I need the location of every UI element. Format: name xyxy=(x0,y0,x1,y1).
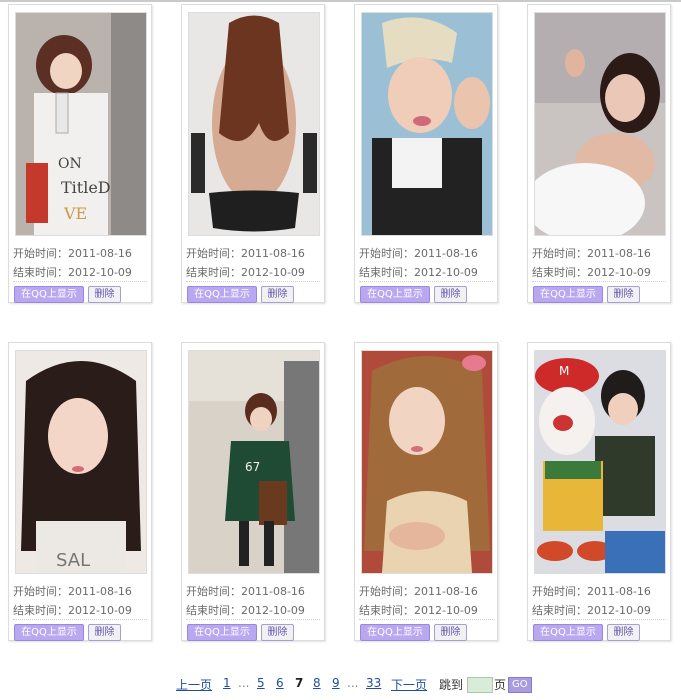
start-time: 开始时间：2011-08-16 xyxy=(13,247,132,260)
photo-card: 开始时间：2011-08-16 结束时间：2012-10-09 在QQ上显示 删… xyxy=(354,4,498,303)
show-on-qq-button[interactable]: 在QQ上显示 xyxy=(14,286,84,303)
end-time: 结束时间：2012-10-09 xyxy=(186,604,305,617)
show-on-qq-button[interactable]: 在QQ上显示 xyxy=(533,286,603,303)
photo-card: 开始时间：2011-08-16 结束时间：2012-10-09 在QQ上显示 删… xyxy=(354,342,498,641)
photo-thumbnail[interactable]: ON TitleD VE xyxy=(15,12,147,236)
page-unit-label: 页 xyxy=(494,678,507,692)
delete-button[interactable]: 删除 xyxy=(607,286,640,303)
divider xyxy=(359,619,493,620)
photo-thumbnail[interactable] xyxy=(188,12,320,236)
page-link-9[interactable]: 9 xyxy=(332,676,340,690)
page-link-1[interactable]: 1 xyxy=(223,676,231,690)
delete-button[interactable]: 删除 xyxy=(434,624,467,641)
svg-text:VE: VE xyxy=(63,204,87,223)
photo-thumbnail[interactable] xyxy=(534,12,666,236)
show-on-qq-button[interactable]: 在QQ上显示 xyxy=(187,286,257,303)
delete-button[interactable]: 删除 xyxy=(88,624,121,641)
photo-card: 67 开始时间：2011-08-16 结束时间：2012-10-09 在QQ上显… xyxy=(181,342,325,641)
svg-text:M: M xyxy=(559,364,569,378)
prev-page-link[interactable]: 上一页 xyxy=(176,676,212,693)
delete-button[interactable]: 删除 xyxy=(261,286,294,303)
start-time: 开始时间：2011-08-16 xyxy=(359,585,478,598)
photo-thumbnail[interactable]: M xyxy=(534,350,666,574)
pagination: 上一页 1 ... 5 6 7 8 9 ... 33 下一页 跳到 页 GO xyxy=(0,676,681,696)
divider xyxy=(359,281,493,282)
divider xyxy=(13,281,147,282)
jump-to-label: 跳到 xyxy=(439,678,464,692)
svg-text:67: 67 xyxy=(245,460,260,474)
photo-thumbnail[interactable] xyxy=(361,12,493,236)
start-time: 开始时间：2011-08-16 xyxy=(186,247,305,260)
go-button[interactable]: GO xyxy=(508,677,532,693)
divider xyxy=(532,619,666,620)
divider xyxy=(532,281,666,282)
page-link-33[interactable]: 33 xyxy=(366,676,381,690)
page-link-8[interactable]: 8 xyxy=(313,676,321,690)
start-time: 开始时间：2011-08-16 xyxy=(186,585,305,598)
delete-button[interactable]: 删除 xyxy=(434,286,467,303)
end-time: 结束时间：2012-10-09 xyxy=(13,604,132,617)
end-time: 结束时间：2012-10-09 xyxy=(359,604,478,617)
svg-text:SAL: SAL xyxy=(56,550,90,571)
delete-button[interactable]: 删除 xyxy=(88,286,121,303)
svg-text:ON: ON xyxy=(58,156,82,172)
photo-thumbnail[interactable] xyxy=(361,350,493,574)
end-time: 结束时间：2012-10-09 xyxy=(13,266,132,279)
page-link-6[interactable]: 6 xyxy=(276,676,284,690)
start-time: 开始时间：2011-08-16 xyxy=(13,585,132,598)
page-link-5[interactable]: 5 xyxy=(257,676,265,690)
start-time: 开始时间：2011-08-16 xyxy=(532,585,651,598)
photo-card: 开始时间：2011-08-16 结束时间：2012-10-09 在QQ上显示 删… xyxy=(527,4,671,303)
photo-card: 开始时间：2011-08-16 结束时间：2012-10-09 在QQ上显示 删… xyxy=(181,4,325,303)
svg-text:TitleD: TitleD xyxy=(61,178,111,197)
next-page-link[interactable]: 下一页 xyxy=(391,676,427,693)
delete-button[interactable]: 删除 xyxy=(607,624,640,641)
show-on-qq-button[interactable]: 在QQ上显示 xyxy=(533,624,603,641)
photo-thumbnail[interactable]: 67 xyxy=(188,350,320,574)
show-on-qq-button[interactable]: 在QQ上显示 xyxy=(360,286,430,303)
show-on-qq-button[interactable]: 在QQ上显示 xyxy=(360,624,430,641)
start-time: 开始时间：2011-08-16 xyxy=(532,247,651,260)
pagination-ellipsis: ... xyxy=(238,676,250,690)
show-on-qq-button[interactable]: 在QQ上显示 xyxy=(14,624,84,641)
photo-card: M 开始时间：2011-08-16 结束时间：2012-10-09 在QQ上显示… xyxy=(527,342,671,641)
divider xyxy=(13,619,147,620)
end-time: 结束时间：2012-10-09 xyxy=(532,604,651,617)
photo-thumbnail[interactable]: SAL xyxy=(15,350,147,574)
show-on-qq-button[interactable]: 在QQ上显示 xyxy=(187,624,257,641)
end-time: 结束时间：2012-10-09 xyxy=(186,266,305,279)
jump-page-input[interactable] xyxy=(467,677,493,693)
divider xyxy=(186,619,320,620)
current-page: 7 xyxy=(295,676,304,690)
pagination-ellipsis: ... xyxy=(347,676,359,690)
end-time: 结束时间：2012-10-09 xyxy=(359,266,478,279)
photo-card: SAL 开始时间：2011-08-16 结束时间：2012-10-09 在QQ上… xyxy=(8,342,152,641)
end-time: 结束时间：2012-10-09 xyxy=(532,266,651,279)
start-time: 开始时间：2011-08-16 xyxy=(359,247,478,260)
delete-button[interactable]: 删除 xyxy=(261,624,294,641)
photo-card: ON TitleD VE 开始时间：2011-08-16 结束时间：2012-1… xyxy=(8,4,152,303)
divider xyxy=(186,281,320,282)
top-border xyxy=(0,0,681,2)
